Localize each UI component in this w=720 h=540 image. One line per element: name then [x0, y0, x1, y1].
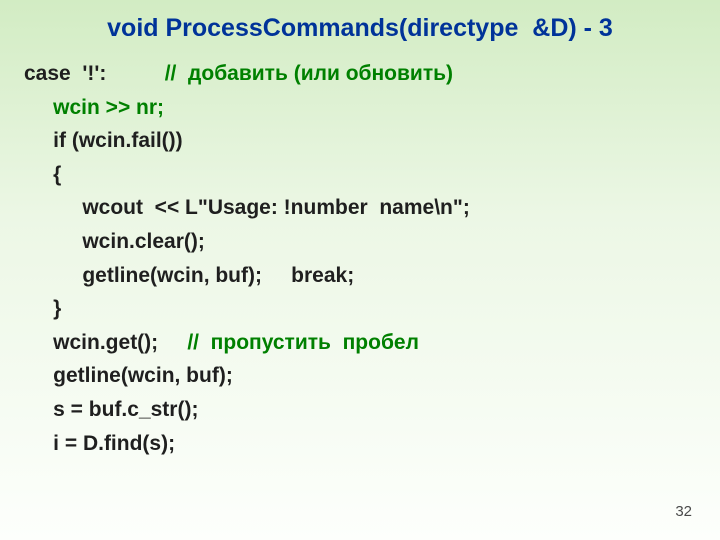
code-line: getline(wcin, buf); break;	[24, 259, 696, 293]
code-block: case '!': // добавить (или обновить) wci…	[24, 57, 696, 460]
code-line: wcin.clear();	[24, 225, 696, 259]
code-line: getline(wcin, buf);	[24, 359, 696, 393]
code-line: i = D.find(s);	[24, 427, 696, 461]
code-line: wcin >> nr;	[24, 91, 696, 125]
code-text: wcin.get();	[24, 331, 187, 354]
slide: void ProcessCommands(directype &D) - 3 c…	[0, 0, 720, 540]
slide-title: void ProcessCommands(directype &D) - 3	[24, 14, 696, 43]
code-line: if (wcin.fail())	[24, 124, 696, 158]
code-comment: // пропустить пробел	[187, 331, 419, 354]
code-comment: // добавить (или обновить)	[165, 62, 453, 85]
code-line: {	[24, 158, 696, 192]
code-line: wcin.get(); // пропустить пробел	[24, 326, 696, 360]
code-line: case '!': // добавить (или обновить)	[24, 57, 696, 91]
page-number: 32	[675, 503, 692, 520]
code-text: case '!':	[24, 62, 165, 85]
code-line: wcout << L"Usage: !number name\n";	[24, 191, 696, 225]
code-line: }	[24, 292, 696, 326]
code-line: s = buf.c_str();	[24, 393, 696, 427]
